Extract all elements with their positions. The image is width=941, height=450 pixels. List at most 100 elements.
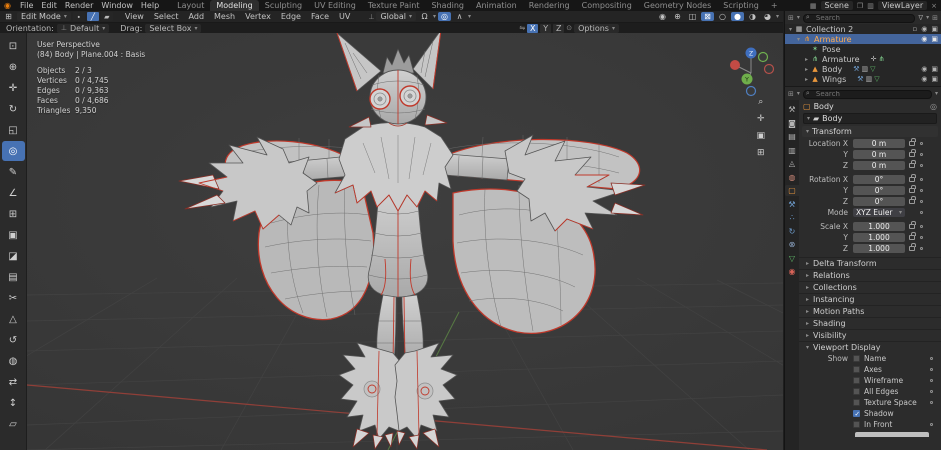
vertex-select-button[interactable]: ∙ bbox=[73, 12, 85, 21]
panel-relations[interactable]: ▸Relations bbox=[799, 269, 941, 281]
tool-transform[interactable]: ◎ bbox=[2, 141, 25, 161]
eye-icon[interactable]: ◉ bbox=[921, 75, 927, 83]
eye-icon[interactable]: ◉ bbox=[921, 35, 927, 43]
tool-loop-cut[interactable]: ▤ bbox=[2, 267, 25, 287]
tool-scale[interactable]: ◱ bbox=[2, 120, 25, 140]
panel-motion-paths[interactable]: ▸Motion Paths bbox=[799, 305, 941, 317]
location-y-field[interactable]: 0 m bbox=[853, 150, 905, 159]
in-front-checkbox[interactable] bbox=[853, 421, 860, 428]
panel-delta-transform[interactable]: ▸Delta Transform bbox=[799, 257, 941, 269]
tab-rendering[interactable]: Rendering bbox=[523, 0, 576, 11]
tab-uv-editing[interactable]: UV Editing bbox=[308, 0, 362, 11]
tab-render[interactable]: ◙ bbox=[785, 118, 799, 129]
tool-cursor[interactable]: ⊕ bbox=[2, 57, 25, 77]
animate-dot[interactable] bbox=[920, 211, 923, 214]
panel-visibility[interactable]: ▸Visibility bbox=[799, 329, 941, 341]
camera-icon[interactable]: ▣ bbox=[931, 65, 938, 73]
display-as-field-partial[interactable] bbox=[855, 432, 929, 437]
tab-world[interactable]: ◍ bbox=[785, 172, 799, 183]
scale-x-field[interactable]: 1.000 bbox=[853, 222, 905, 231]
face-select-button[interactable]: ▰ bbox=[101, 12, 113, 21]
outliner-row-armature-object[interactable]: ▾ ⋔ Armature ◉▣ bbox=[785, 34, 941, 44]
shading-wireframe-button[interactable]: ○ bbox=[716, 12, 729, 21]
animate-dot[interactable] bbox=[930, 368, 933, 371]
axes-checkbox[interactable] bbox=[853, 366, 860, 373]
viewport-canvas[interactable]: Z Y User Perspective (84) Body | Plane.0… bbox=[27, 33, 783, 450]
xray-toggle[interactable]: ⊠ bbox=[701, 12, 714, 21]
drag-value-dropdown[interactable]: Select Box▾ bbox=[145, 24, 201, 33]
scene-new-icon[interactable]: ❐ bbox=[857, 2, 863, 10]
outliner-row-collection[interactable]: ▾ ▦ Collection 2 ▫◉▣ bbox=[785, 24, 941, 34]
location-x-field[interactable]: 0 m bbox=[853, 139, 905, 148]
lock-icon[interactable] bbox=[909, 224, 915, 229]
rotation-x-field[interactable]: 0° bbox=[853, 175, 905, 184]
tool-smooth[interactable]: ◍ bbox=[2, 351, 25, 371]
menu-face[interactable]: Face bbox=[307, 12, 333, 21]
shadow-checkbox[interactable] bbox=[853, 410, 860, 417]
tool-bevel[interactable]: ◪ bbox=[2, 246, 25, 266]
menu-file[interactable]: File bbox=[16, 1, 37, 10]
scene-selector[interactable]: Scene bbox=[821, 1, 853, 10]
menu-view[interactable]: View bbox=[121, 12, 148, 21]
tab-shading[interactable]: Shading bbox=[425, 0, 470, 11]
edge-select-button[interactable]: ╱ bbox=[87, 12, 99, 21]
outliner-search[interactable]: ⌕ bbox=[803, 13, 916, 22]
orientation-value-dropdown[interactable]: ⊥ Default▾ bbox=[57, 24, 109, 33]
filter-icon[interactable]: ∇ bbox=[918, 14, 923, 22]
animate-dot[interactable] bbox=[930, 379, 933, 382]
proportional-editing-button[interactable]: ◎ bbox=[438, 12, 451, 21]
tab-modifiers[interactable]: ⚒ bbox=[785, 199, 799, 210]
tool-rotate[interactable]: ↻ bbox=[2, 99, 25, 119]
scale-y-field[interactable]: 1.000 bbox=[853, 233, 905, 242]
eye-icon[interactable]: ◉ bbox=[921, 25, 927, 33]
menu-vertex[interactable]: Vertex bbox=[241, 12, 275, 21]
animate-dot[interactable] bbox=[920, 189, 923, 192]
menu-window[interactable]: Window bbox=[97, 1, 137, 10]
viewlayer-selector[interactable]: ViewLayer bbox=[878, 1, 927, 10]
shading-material-button[interactable]: ◑ bbox=[746, 12, 759, 21]
blender-logo-icon[interactable]: ◉ bbox=[4, 1, 11, 10]
tool-extrude-region[interactable]: ⊞ bbox=[2, 204, 25, 224]
all-edges-checkbox[interactable] bbox=[853, 388, 860, 395]
tool-poly-build[interactable]: △ bbox=[2, 309, 25, 329]
tool-inset-faces[interactable]: ▣ bbox=[2, 225, 25, 245]
transform-orientation-dropdown[interactable]: Global▾ bbox=[376, 12, 416, 21]
rotation-y-field[interactable]: 0° bbox=[853, 186, 905, 195]
gizmos-dropdown[interactable]: ⊕ bbox=[671, 12, 684, 21]
options-dropdown[interactable]: Options▾ bbox=[574, 24, 619, 33]
lock-icon[interactable] bbox=[909, 163, 915, 168]
tool-knife[interactable]: ✂ bbox=[2, 288, 25, 308]
scale-z-field[interactable]: 1.000 bbox=[853, 244, 905, 253]
menu-edit[interactable]: Edit bbox=[37, 1, 61, 10]
tab-compositing[interactable]: Compositing bbox=[576, 0, 638, 11]
wireframe-checkbox[interactable] bbox=[853, 377, 860, 384]
overlays-dropdown[interactable]: ◫ bbox=[686, 12, 699, 21]
animate-dot[interactable] bbox=[920, 225, 923, 228]
exclude-icon[interactable]: ▫ bbox=[913, 25, 918, 33]
menu-select[interactable]: Select bbox=[150, 12, 183, 21]
lock-icon[interactable] bbox=[909, 177, 915, 182]
menu-add[interactable]: Add bbox=[185, 12, 209, 21]
menu-mesh[interactable]: Mesh bbox=[210, 12, 239, 21]
outliner-row-body[interactable]: ▸ ▲ Body ⚒ ▥ ▽ ◉▣ bbox=[785, 64, 941, 74]
mirror-z-button[interactable]: Z bbox=[553, 24, 564, 33]
tab-animation[interactable]: Animation bbox=[470, 0, 523, 11]
eye-icon[interactable]: ◉ bbox=[921, 65, 927, 73]
animate-dot[interactable] bbox=[930, 357, 933, 360]
menu-help[interactable]: Help bbox=[137, 1, 163, 10]
location-z-field[interactable]: 0 m bbox=[853, 161, 905, 170]
animate-dot[interactable] bbox=[930, 401, 933, 404]
tab-view-layer[interactable]: ▥ bbox=[785, 145, 799, 156]
panel-shading[interactable]: ▸Shading bbox=[799, 317, 941, 329]
shading-rendered-button[interactable]: ◕ bbox=[761, 12, 774, 21]
tab-object[interactable]: ▢ bbox=[785, 185, 799, 196]
shading-solid-button[interactable]: ● bbox=[731, 12, 744, 21]
name-checkbox[interactable] bbox=[853, 355, 860, 362]
tab-object-data[interactable]: ▽ bbox=[785, 253, 799, 264]
animate-dot[interactable] bbox=[920, 236, 923, 239]
mirror-y-button[interactable]: Y bbox=[540, 24, 551, 33]
editor-type-button[interactable]: ⊞ bbox=[788, 90, 794, 98]
tab-constraints[interactable]: ⊗ bbox=[785, 239, 799, 250]
snap-magnet-icon[interactable]: Ω bbox=[418, 12, 431, 21]
tab-geometry-nodes[interactable]: Geometry Nodes bbox=[638, 0, 717, 11]
